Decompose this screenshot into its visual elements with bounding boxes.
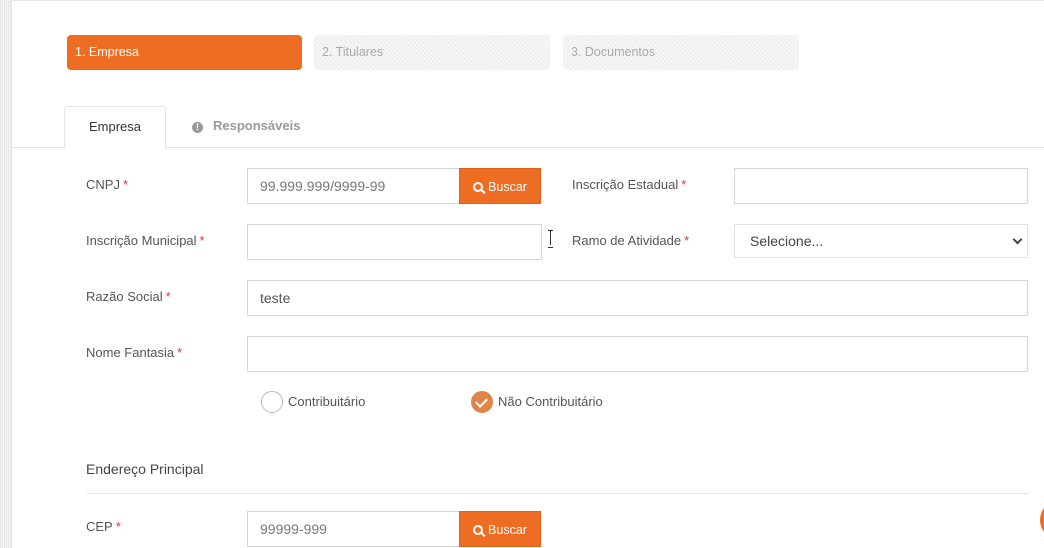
nome-fantasia-label-text: Nome Fantasia bbox=[86, 345, 175, 360]
step-empresa-label: 1. Empresa bbox=[75, 45, 139, 59]
endereco-section-title: Endereço Principal bbox=[86, 461, 204, 477]
radio-contribuitario[interactable]: Contribuitário bbox=[261, 391, 381, 415]
razao-social-label-text: Razão Social bbox=[86, 289, 163, 304]
required-mark: * bbox=[684, 233, 690, 248]
step-documentos-label: 3. Documentos bbox=[571, 45, 656, 59]
radio-circle[interactable] bbox=[261, 391, 283, 413]
cep-search-button[interactable]: Buscar bbox=[459, 511, 541, 547]
cep-input[interactable]: 99999-999 bbox=[247, 511, 460, 547]
nome-fantasia-input[interactable] bbox=[247, 336, 1028, 372]
inscricao-estadual-label-text: Inscrição Estadual bbox=[572, 177, 679, 192]
tab-empresa-label: Empresa bbox=[88, 119, 142, 134]
ramo-atividade-selected: Selecione... bbox=[750, 233, 824, 249]
step-titulares[interactable]: 2. Titulares bbox=[314, 35, 550, 70]
razao-social-label: Razão Social * bbox=[86, 289, 171, 304]
required-mark: * bbox=[177, 345, 183, 360]
tab-responsaveis[interactable]: ! Responsáveis bbox=[192, 106, 300, 148]
radio-nao-contribuitario-label: Não Contribuitário bbox=[498, 394, 603, 409]
ramo-atividade-select[interactable]: Selecione... bbox=[734, 224, 1028, 258]
inscricao-municipal-input[interactable] bbox=[247, 224, 542, 260]
razao-social-input[interactable]: teste bbox=[247, 280, 1028, 316]
tab-responsaveis-label: Responsáveis bbox=[213, 118, 301, 133]
info-icon: ! bbox=[192, 122, 203, 133]
inscricao-estadual-input[interactable] bbox=[734, 168, 1028, 204]
cep-label: CEP * bbox=[86, 519, 121, 534]
required-mark: * bbox=[199, 233, 205, 248]
required-mark: * bbox=[165, 289, 171, 304]
chevron-down-icon bbox=[1012, 234, 1023, 245]
radio-contribuitario-label: Contribuitário bbox=[288, 394, 366, 409]
step-empresa[interactable]: 1. Empresa bbox=[67, 35, 302, 70]
cep-label-text: CEP bbox=[86, 519, 113, 534]
tab-bar: Empresa ! Responsáveis bbox=[12, 106, 1044, 149]
step-titulares-label: 2. Titulares bbox=[322, 45, 384, 59]
cnpj-search-label: Buscar bbox=[488, 180, 527, 194]
inscricao-municipal-label: Inscrição Municipal * bbox=[86, 233, 205, 248]
section-divider bbox=[86, 493, 1028, 494]
search-icon bbox=[473, 525, 484, 535]
checkmark-icon[interactable] bbox=[471, 391, 493, 413]
cnpj-placeholder: 99.999.999/9999-99 bbox=[260, 178, 386, 194]
cep-placeholder: 99999-999 bbox=[260, 521, 327, 537]
inscricao-estadual-label: Inscrição Estadual * bbox=[572, 177, 686, 192]
required-mark: * bbox=[115, 519, 121, 534]
cnpj-search-button[interactable]: Buscar bbox=[459, 168, 541, 204]
registration-card: 1. Empresa 2. Titulares 3. Documentos Em… bbox=[11, 0, 1044, 548]
cnpj-input[interactable]: 99.999.999/9999-99 bbox=[247, 168, 460, 204]
cnpj-label-text: CNPJ bbox=[86, 177, 120, 192]
cep-search-label: Buscar bbox=[488, 523, 527, 537]
nome-fantasia-label: Nome Fantasia * bbox=[86, 345, 182, 360]
required-mark: * bbox=[681, 177, 687, 192]
ramo-atividade-label-text: Ramo de Atividade bbox=[572, 233, 682, 248]
ramo-atividade-label: Ramo de Atividade * bbox=[572, 233, 689, 248]
cnpj-label: CNPJ * bbox=[86, 177, 128, 192]
tab-empresa[interactable]: Empresa bbox=[64, 106, 166, 149]
inscricao-municipal-label-text: Inscrição Municipal bbox=[86, 233, 197, 248]
radio-nao-contribuitario[interactable]: Não Contribuitário bbox=[471, 391, 621, 415]
text-cursor-icon bbox=[546, 230, 555, 248]
razao-social-value: teste bbox=[260, 290, 291, 306]
step-documentos[interactable]: 3. Documentos bbox=[563, 35, 799, 70]
required-mark: * bbox=[122, 177, 129, 192]
search-icon bbox=[473, 182, 484, 192]
